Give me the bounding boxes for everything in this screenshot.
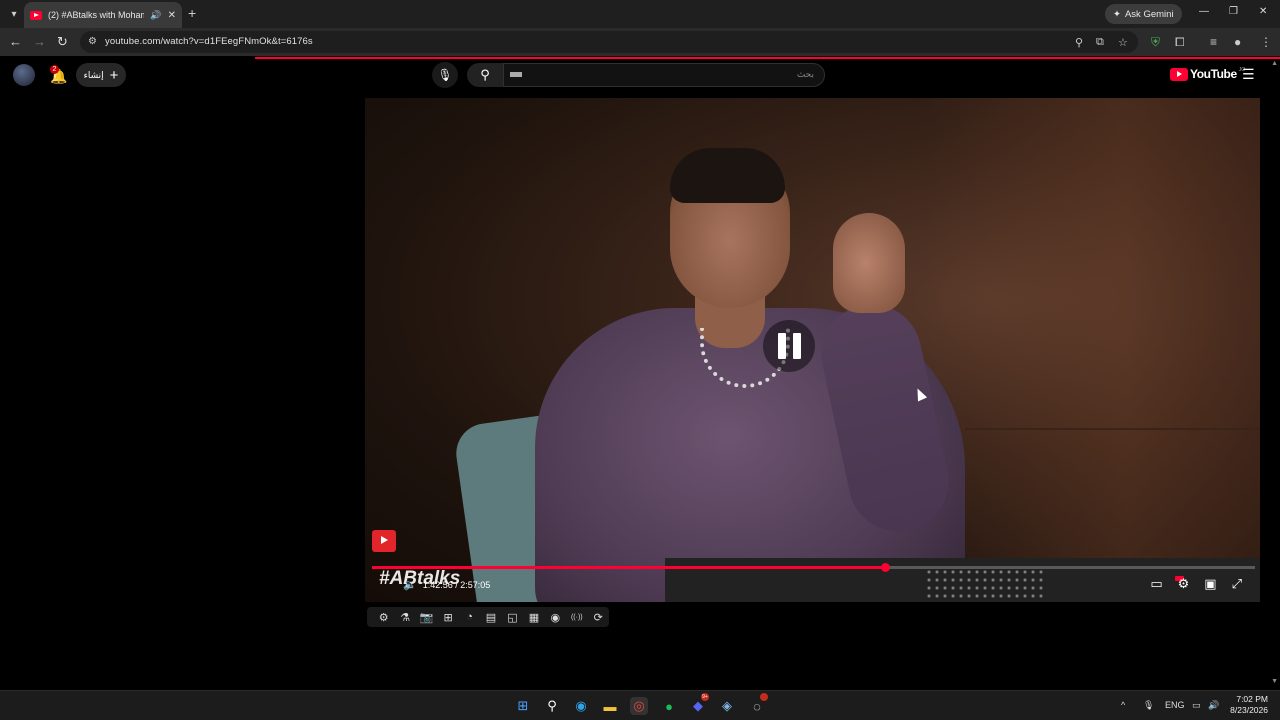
- taskbar-clock[interactable]: 7:02 PM 8/23/2026: [1228, 694, 1268, 716]
- youtube-favicon-icon: [30, 10, 42, 20]
- player-right-controls: ▭ ⚙ ▣ ⤢: [1150, 576, 1242, 592]
- profile-avatar-icon[interactable]: ●: [1234, 35, 1241, 49]
- browser-toolbar: ← → ↻ ⚙ youtube.com/watch?v=d1FEegFNmOk&…: [0, 28, 1280, 56]
- create-button[interactable]: إنشاء +: [76, 63, 126, 87]
- site-info-icon[interactable]: ⚙: [88, 36, 97, 47]
- tray-mic-icon[interactable]: 🎙: [1143, 700, 1154, 711]
- taskbar-search-icon[interactable]: ⚲: [543, 697, 561, 715]
- restore-button[interactable]: ❐: [1229, 6, 1238, 17]
- youtube-logo-text: YouTube: [1190, 67, 1237, 81]
- voice-search-mic-icon[interactable]: 🎙: [432, 62, 458, 88]
- speaker-tray-icon[interactable]: 🔊: [1208, 700, 1219, 711]
- tray-overflow-chevron-icon[interactable]: ^: [1121, 700, 1125, 710]
- zoom-icon[interactable]: ⚲: [1075, 36, 1083, 49]
- back-button[interactable]: ←: [9, 34, 22, 49]
- search-icon: ⚲: [480, 67, 490, 82]
- camera-icon[interactable]: 📷: [416, 611, 437, 624]
- minimize-button[interactable]: —: [1199, 6, 1209, 17]
- reload-button[interactable]: ↻: [57, 34, 68, 50]
- progress-fill: [372, 566, 886, 569]
- tab-close-icon[interactable]: ✕: [168, 10, 176, 21]
- film-icon[interactable]: ▦: [523, 611, 544, 624]
- other-app-badge: [760, 693, 768, 701]
- forward-button[interactable]: →: [33, 34, 46, 49]
- video-player[interactable]: #ABtalks 🔈 1:42:56 / 2:57:05 ▭ ⚙ ▣ ⤢: [365, 98, 1260, 602]
- edge-icon[interactable]: ◉: [572, 697, 590, 715]
- extensions-puzzle-icon[interactable]: ⧠: [1175, 35, 1185, 50]
- settings-gear-icon[interactable]: ⚙: [1178, 576, 1190, 592]
- spotify-icon[interactable]: ●: [660, 697, 678, 715]
- shield-extension-icon[interactable]: ⛨: [1151, 35, 1160, 50]
- gemini-sparkle-icon: ✦: [1113, 8, 1121, 20]
- account-avatar[interactable]: [13, 64, 35, 86]
- url-text: youtube.com/watch?v=d1FEegFNmOk&t=6176s: [105, 36, 313, 47]
- tab-list-chevron-icon[interactable]: ▾: [6, 6, 22, 22]
- install-app-icon[interactable]: ⧉: [1096, 36, 1104, 49]
- fullscreen-icon[interactable]: ⤢: [1232, 576, 1242, 592]
- chrome-icon[interactable]: ◎: [630, 697, 648, 715]
- speedometer-icon[interactable]: ◔: [459, 611, 480, 623]
- progress-bar[interactable]: [372, 563, 1255, 572]
- clip-icon[interactable]: ▤: [480, 611, 501, 624]
- theater-mode-icon[interactable]: ▣: [1204, 576, 1216, 592]
- scroll-down-arrow-icon[interactable]: ▼: [1271, 678, 1278, 685]
- broadcast-icon[interactable]: ((·)): [566, 614, 587, 621]
- close-window-button[interactable]: ✕: [1259, 6, 1267, 17]
- notification-count-badge: 2: [50, 65, 59, 74]
- media-queue-icon[interactable]: ≡: [1210, 35, 1217, 49]
- new-tab-button[interactable]: +: [188, 5, 196, 21]
- search-input[interactable]: بحث: [503, 63, 825, 87]
- browser-tab-bar: ▾ (2) #ABtalks with Mohamm 🔊 ✕ + ✦ Ask G…: [0, 0, 1280, 28]
- file-explorer-icon[interactable]: ▬: [601, 697, 619, 715]
- search-placeholder: بحث: [796, 70, 814, 80]
- windows-taskbar: ⊞ ⚲ ◉ ▬ ◎ ● ◆ 9+ ◈ ◌ ^ 🎙 ENG ▭ 🔊 7:02 PM…: [0, 690, 1280, 720]
- video-person-hand: [833, 213, 905, 313]
- windows-start-icon[interactable]: ⊞: [514, 697, 532, 715]
- scroll-up-arrow-icon[interactable]: ▲: [1271, 60, 1278, 67]
- discord-badge: 9+: [701, 693, 709, 701]
- bookmark-star-icon[interactable]: ☆: [1118, 36, 1128, 49]
- resize-icon[interactable]: ◱: [502, 611, 523, 624]
- chrome-menu-icon[interactable]: ⋮: [1260, 35, 1272, 49]
- time-display: 1:42:56 / 2:57:05: [422, 579, 491, 590]
- loop-icon[interactable]: ⟳: [588, 611, 609, 624]
- player-left-controls: 🔈 1:42:56 / 2:57:05: [403, 578, 490, 591]
- eye-icon[interactable]: ◉: [545, 611, 566, 624]
- search-button[interactable]: ⚲: [467, 63, 503, 87]
- video-background: [925, 98, 1260, 602]
- plus-icon: +: [109, 66, 119, 84]
- video-person-hair: [670, 148, 785, 203]
- steam-icon[interactable]: ◈: [718, 697, 736, 715]
- clock-date: 8/23/2026: [1230, 705, 1268, 715]
- search-text-cursor: [510, 72, 522, 77]
- youtube-header: 🔔 2 إنشاء + 🎙 ⚲ بحث YouTube JO ☰: [0, 59, 1280, 93]
- menu-hamburger-icon[interactable]: ☰: [1242, 66, 1255, 83]
- address-bar[interactable]: ⚙ youtube.com/watch?v=d1FEegFNmOk&t=6176…: [80, 31, 1138, 53]
- gear-icon[interactable]: ⚙: [373, 611, 394, 624]
- language-indicator[interactable]: ENG: [1165, 700, 1185, 710]
- youtube-play-logo-icon: [1170, 67, 1188, 81]
- pause-overlay-icon[interactable]: [763, 320, 815, 372]
- volume-icon[interactable]: 🔈: [403, 578, 417, 591]
- extension-toolbar: ⚙ ⚗ 📷 ⊞ ◔ ▤ ◱ ▦ ◉ ((·)) ⟳: [367, 607, 609, 627]
- video-background-detail: [965, 428, 1260, 430]
- speaker-icon[interactable]: 🔊: [150, 10, 161, 21]
- create-label: إنشاء: [83, 69, 104, 80]
- video-sparkle-pants: [925, 568, 1045, 602]
- subtitles-icon[interactable]: ▭: [1150, 576, 1162, 592]
- ask-gemini-button[interactable]: ✦ Ask Gemini: [1105, 4, 1182, 24]
- tab-title: (2) #ABtalks with Mohamm: [48, 10, 144, 20]
- add-image-icon[interactable]: ⊞: [437, 611, 458, 624]
- network-icon[interactable]: ▭: [1192, 700, 1201, 711]
- ask-gemini-label: Ask Gemini: [1124, 8, 1174, 20]
- channel-watermark-icon[interactable]: [372, 530, 396, 552]
- tab-youtube[interactable]: (2) #ABtalks with Mohamm 🔊 ✕: [24, 2, 182, 28]
- youtube-logo[interactable]: YouTube JO: [1170, 67, 1245, 81]
- clock-time: 7:02 PM: [1236, 694, 1268, 704]
- flask-icon[interactable]: ⚗: [394, 611, 415, 624]
